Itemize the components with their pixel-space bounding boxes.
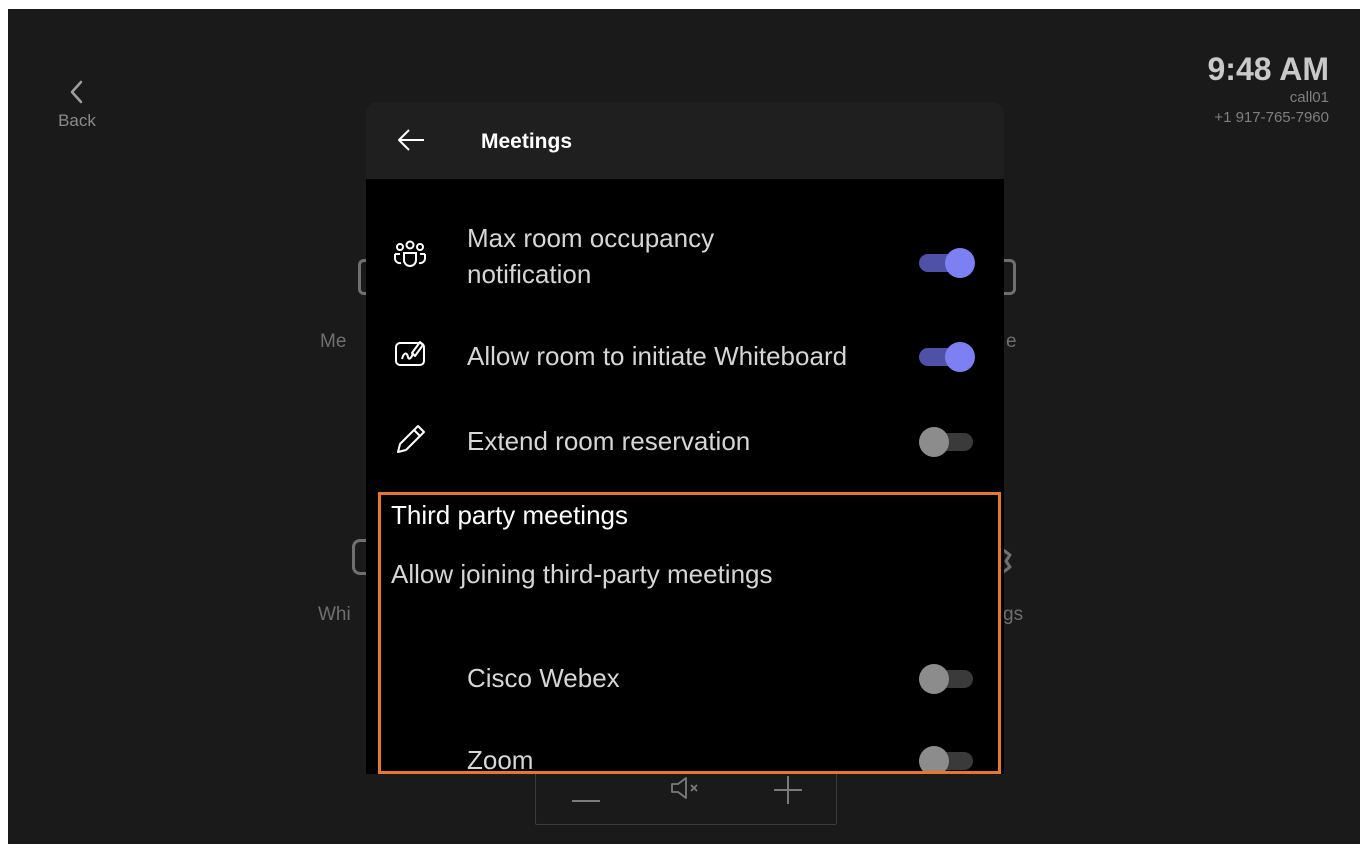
plus-icon [774, 776, 802, 804]
toggle-knob [919, 427, 949, 457]
section-title: Third party meetings [391, 500, 628, 530]
volume-up-button[interactable] [773, 775, 803, 810]
minus-icon [572, 800, 600, 802]
provider-row-webex[interactable]: Cisco Webex [366, 647, 1004, 707]
tile-label-whiteboard: Whi [318, 604, 351, 625]
panel-header: Meetings [366, 102, 1004, 179]
mute-button[interactable] [669, 775, 705, 806]
panel-back-button[interactable] [396, 128, 426, 157]
device-phone: +1 917-765-7960 [1214, 109, 1329, 126]
setting-row-max-occupancy[interactable]: Max room occupancy notification [366, 214, 1004, 294]
tile-label-meet: Me [320, 331, 347, 352]
device-name: call01 [1289, 89, 1329, 106]
speaker-mute-icon [671, 777, 698, 799]
provider-label: Cisco Webex [467, 663, 620, 693]
setting-label-line2: notification [467, 259, 592, 289]
tile-label-settings: gs [1003, 604, 1024, 625]
pencil-icon [392, 422, 428, 463]
people-group-icon [392, 236, 428, 277]
section-subtitle: Allow joining third-party meetings [391, 559, 773, 589]
whiteboard-icon [392, 337, 428, 376]
provider-label: Zoom [467, 745, 534, 774]
setting-label: Extend room reservation [467, 426, 751, 456]
chevron-left-icon [70, 80, 83, 104]
provider-row-zoom[interactable]: Zoom [366, 730, 1004, 774]
volume-down-button[interactable] [571, 790, 601, 808]
toggle-extend-reservation[interactable] [919, 427, 975, 457]
toggle-knob [945, 342, 975, 372]
back-label: Back [58, 111, 96, 130]
device-screen: Back 9:48 AM call01 +1 917-765-7960 Me e… [8, 9, 1360, 844]
setting-row-extend-reservation[interactable]: Extend room reservation [366, 412, 1004, 472]
setting-label: Max room occupancy [467, 223, 715, 253]
status-area: 9:48 AM call01 +1 917-765-7960 [1207, 50, 1329, 128]
tile-icon-right-top [1002, 259, 1016, 295]
arrow-left-icon [398, 129, 424, 151]
back-button[interactable]: Back [52, 79, 102, 131]
toggle-knob [919, 664, 949, 694]
toggle-zoom[interactable] [919, 746, 975, 774]
clock-time: 9:48 AM [1207, 51, 1329, 87]
toggle-webex[interactable] [919, 664, 975, 694]
setting-row-whiteboard[interactable]: Allow room to initiate Whiteboard [366, 327, 1004, 387]
toggle-knob [945, 248, 975, 278]
setting-label: Allow room to initiate Whiteboard [467, 341, 848, 371]
toggle-whiteboard[interactable] [919, 342, 975, 372]
toggle-max-occupancy[interactable] [919, 248, 975, 278]
toggle-knob [919, 746, 949, 774]
meetings-settings-panel: Meetings Max room occupancy notification [366, 102, 1004, 774]
panel-title: Meetings [481, 130, 573, 153]
tile-label-right: e [1006, 331, 1017, 352]
